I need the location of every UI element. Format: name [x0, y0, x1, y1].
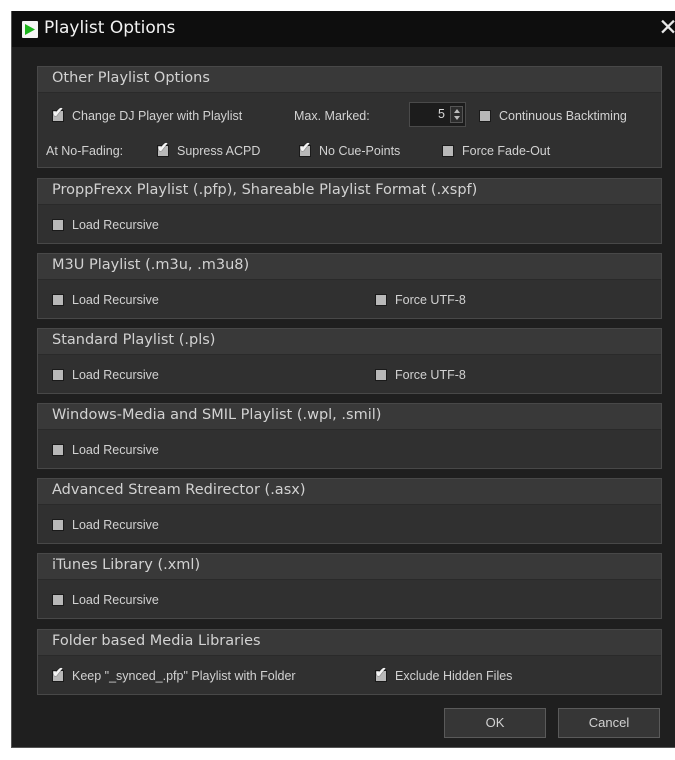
force-utf8-checkbox[interactable]: Force UTF-8	[375, 291, 466, 309]
load-recursive-checkbox[interactable]: Load Recursive	[52, 216, 159, 234]
load-recursive-checkbox[interactable]: Load Recursive	[52, 291, 159, 309]
group-header: Other Playlist Options	[38, 67, 661, 93]
change-dj-player-checkbox[interactable]: Change DJ Player with Playlist	[52, 104, 243, 125]
group-title: Windows-Media and SMIL Playlist (.wpl, .…	[52, 407, 382, 423]
group-title: Advanced Stream Redirector (.asx)	[52, 482, 306, 498]
group-windows-media-playlist: Windows-Media and SMIL Playlist (.wpl, .…	[37, 403, 662, 469]
checkbox-icon[interactable]	[442, 145, 454, 157]
group-title: Folder based Media Libraries	[52, 633, 261, 649]
checkbox-label: Load Recursive	[72, 593, 159, 607]
spin-down-icon[interactable]	[454, 116, 460, 120]
checkbox-label: Exclude Hidden Files	[395, 669, 513, 683]
max-marked-value[interactable]: 5	[438, 107, 445, 121]
group-header: M3U Playlist (.m3u, .m3u8)	[38, 254, 661, 280]
checkbox-label: Load Recursive	[72, 368, 159, 382]
checkbox-icon[interactable]	[157, 139, 169, 157]
window-title: Playlist Options	[44, 18, 176, 38]
force-fade-out-checkbox[interactable]: Force Fade-Out	[442, 142, 550, 160]
checkbox-icon[interactable]	[52, 219, 64, 231]
checkbox-label: Load Recursive	[72, 443, 159, 457]
title-bar[interactable]: Playlist Options ✕	[12, 11, 675, 47]
max-marked-label: Max. Marked:	[294, 109, 370, 123]
group-title: iTunes Library (.xml)	[52, 557, 201, 573]
checkbox-icon[interactable]	[299, 139, 311, 157]
load-recursive-checkbox[interactable]: Load Recursive	[52, 441, 159, 459]
group-header: Standard Playlist (.pls)	[38, 329, 661, 355]
continuous-backtiming-checkbox[interactable]: Continuous Backtiming	[479, 107, 627, 125]
checkbox-icon[interactable]	[375, 369, 387, 381]
checkbox-label: Force UTF-8	[395, 368, 466, 382]
checkbox-icon[interactable]	[375, 664, 387, 682]
group-title: ProppFrexx Playlist (.pfp), Shareable Pl…	[52, 182, 478, 198]
group-other-playlist-options: Other Playlist Options Change DJ Player …	[37, 66, 662, 168]
keep-synced-playlist-checkbox[interactable]: Keep "_synced_.pfp" Playlist with Folder	[52, 664, 296, 685]
checkbox-icon[interactable]	[52, 444, 64, 456]
checkbox-icon[interactable]	[52, 369, 64, 381]
checkbox-icon[interactable]	[479, 110, 491, 122]
group-folder-media-libraries: Folder based Media Libraries Keep "_sync…	[37, 629, 662, 695]
cancel-button[interactable]: Cancel	[558, 708, 660, 738]
checkbox-label: Keep "_synced_.pfp" Playlist with Folder	[72, 669, 296, 683]
group-header: ProppFrexx Playlist (.pfp), Shareable Pl…	[38, 179, 661, 205]
force-utf8-checkbox[interactable]: Force UTF-8	[375, 366, 466, 384]
max-marked-spinbox[interactable]: 5	[409, 102, 466, 127]
checkbox-label: Supress ACPD	[177, 144, 261, 158]
group-header: Folder based Media Libraries	[38, 630, 661, 656]
spin-arrows[interactable]	[450, 106, 463, 123]
checkbox-label: Continuous Backtiming	[499, 109, 627, 123]
checkbox-label: Force Fade-Out	[462, 144, 551, 158]
group-title: Standard Playlist (.pls)	[52, 332, 216, 348]
group-header: Advanced Stream Redirector (.asx)	[38, 479, 661, 505]
group-title: M3U Playlist (.m3u, .m3u8)	[52, 257, 250, 273]
exclude-hidden-files-checkbox[interactable]: Exclude Hidden Files	[375, 664, 513, 685]
checkbox-icon[interactable]	[52, 594, 64, 606]
checkbox-label: Force UTF-8	[395, 293, 466, 307]
app-play-icon	[22, 21, 38, 38]
checkbox-label: Load Recursive	[72, 218, 159, 232]
checkbox-label: Change DJ Player with Playlist	[72, 109, 243, 123]
ok-button[interactable]: OK	[444, 708, 546, 738]
checkbox-label: Load Recursive	[72, 518, 159, 532]
load-recursive-checkbox[interactable]: Load Recursive	[52, 591, 159, 609]
checkbox-label: No Cue-Points	[319, 144, 401, 158]
group-m3u-playlist: M3U Playlist (.m3u, .m3u8) Load Recursiv…	[37, 253, 662, 319]
checkbox-icon[interactable]	[52, 664, 64, 682]
playlist-options-dialog: Playlist Options ✕ Other Playlist Option…	[11, 11, 675, 748]
group-header: iTunes Library (.xml)	[38, 554, 661, 580]
supress-acpd-checkbox[interactable]: Supress ACPD	[157, 139, 261, 160]
checkbox-icon[interactable]	[52, 519, 64, 531]
group-advanced-stream-redirector: Advanced Stream Redirector (.asx) Load R…	[37, 478, 662, 544]
group-header: Windows-Media and SMIL Playlist (.wpl, .…	[38, 404, 661, 430]
group-standard-playlist: Standard Playlist (.pls) Load Recursive …	[37, 328, 662, 394]
no-cue-points-checkbox[interactable]: No Cue-Points	[299, 139, 401, 160]
group-itunes-library: iTunes Library (.xml) Load Recursive	[37, 553, 662, 619]
load-recursive-checkbox[interactable]: Load Recursive	[52, 516, 159, 534]
checkbox-icon[interactable]	[375, 294, 387, 306]
spin-up-icon[interactable]	[454, 109, 460, 113]
group-title: Other Playlist Options	[52, 70, 210, 86]
load-recursive-checkbox[interactable]: Load Recursive	[52, 366, 159, 384]
at-no-fading-label: At No-Fading:	[46, 144, 124, 158]
close-icon[interactable]: ✕	[656, 15, 675, 41]
checkbox-icon[interactable]	[52, 104, 64, 122]
checkbox-icon[interactable]	[52, 294, 64, 306]
group-proppfrexx-playlist: ProppFrexx Playlist (.pfp), Shareable Pl…	[37, 178, 662, 244]
checkbox-label: Load Recursive	[72, 293, 159, 307]
